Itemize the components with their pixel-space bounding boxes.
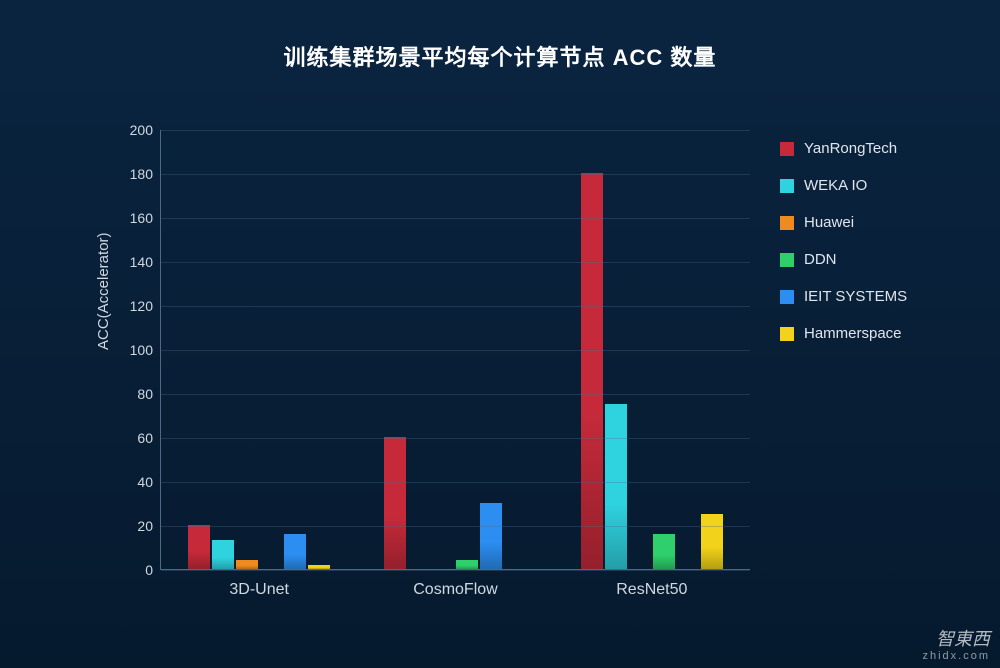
grid-line [161,526,750,527]
y-tick: 180 [121,166,161,182]
legend-item: IEIT SYSTEMS [780,288,907,305]
grid-line [161,218,750,219]
watermark-sub: zhidx.com [922,650,990,662]
legend-label: Hammerspace [804,325,902,342]
legend-swatch [780,142,794,156]
plot-area: 3D-UnetCosmoFlowResNet50 020406080100120… [160,130,750,570]
legend-item: WEKA IO [780,177,907,194]
legend-swatch [780,327,794,341]
legend-swatch [780,290,794,304]
grid-line [161,570,750,571]
bar [236,560,258,569]
bar [653,534,675,569]
legend-swatch [780,216,794,230]
legend-item: Hammerspace [780,325,907,342]
grid-line [161,174,750,175]
watermark-main: 智東西 [922,630,990,650]
legend: YanRongTech WEKA IO Huawei DDN IEIT SYSTEMS H… [780,140,907,342]
grid-line [161,394,750,395]
x-tick: CosmoFlow [413,569,497,599]
y-tick: 120 [121,298,161,314]
bar [188,525,210,569]
y-tick: 20 [121,518,161,534]
grid-line [161,482,750,483]
bar [480,503,502,569]
legend-label: IEIT SYSTEMS [804,288,907,305]
chart-container: 训练集群场景平均每个计算节点 ACC 数量 ACC(Accelerator) 3… [60,40,940,620]
y-axis-label: ACC(Accelerator) [95,232,112,350]
bar [384,437,406,569]
y-tick: 200 [121,122,161,138]
y-tick: 140 [121,254,161,270]
bar [581,173,603,569]
legend-swatch [780,253,794,267]
bar [456,560,478,569]
x-tick: 3D-Unet [229,569,289,599]
legend-item: YanRongTech [780,140,907,157]
bar [284,534,306,569]
grid-line [161,262,750,263]
legend-label: DDN [804,251,837,268]
bar [605,404,627,569]
legend-swatch [780,179,794,193]
legend-label: YanRongTech [804,140,897,157]
y-tick: 160 [121,210,161,226]
grid-line [161,438,750,439]
y-tick: 40 [121,474,161,490]
grid-line [161,130,750,131]
legend-label: Huawei [804,214,854,231]
y-tick: 80 [121,386,161,402]
grid-line [161,306,750,307]
watermark: 智東西 zhidx.com [922,630,990,662]
legend-item: Huawei [780,214,907,231]
y-tick: 0 [121,562,161,578]
grid-line [161,350,750,351]
bar [701,514,723,569]
bar [212,540,234,569]
y-tick: 100 [121,342,161,358]
legend-label: WEKA IO [804,177,867,194]
bar [308,565,330,569]
legend-item: DDN [780,251,907,268]
x-tick: ResNet50 [616,569,687,599]
y-tick: 60 [121,430,161,446]
chart-title: 训练集群场景平均每个计算节点 ACC 数量 [60,40,940,72]
